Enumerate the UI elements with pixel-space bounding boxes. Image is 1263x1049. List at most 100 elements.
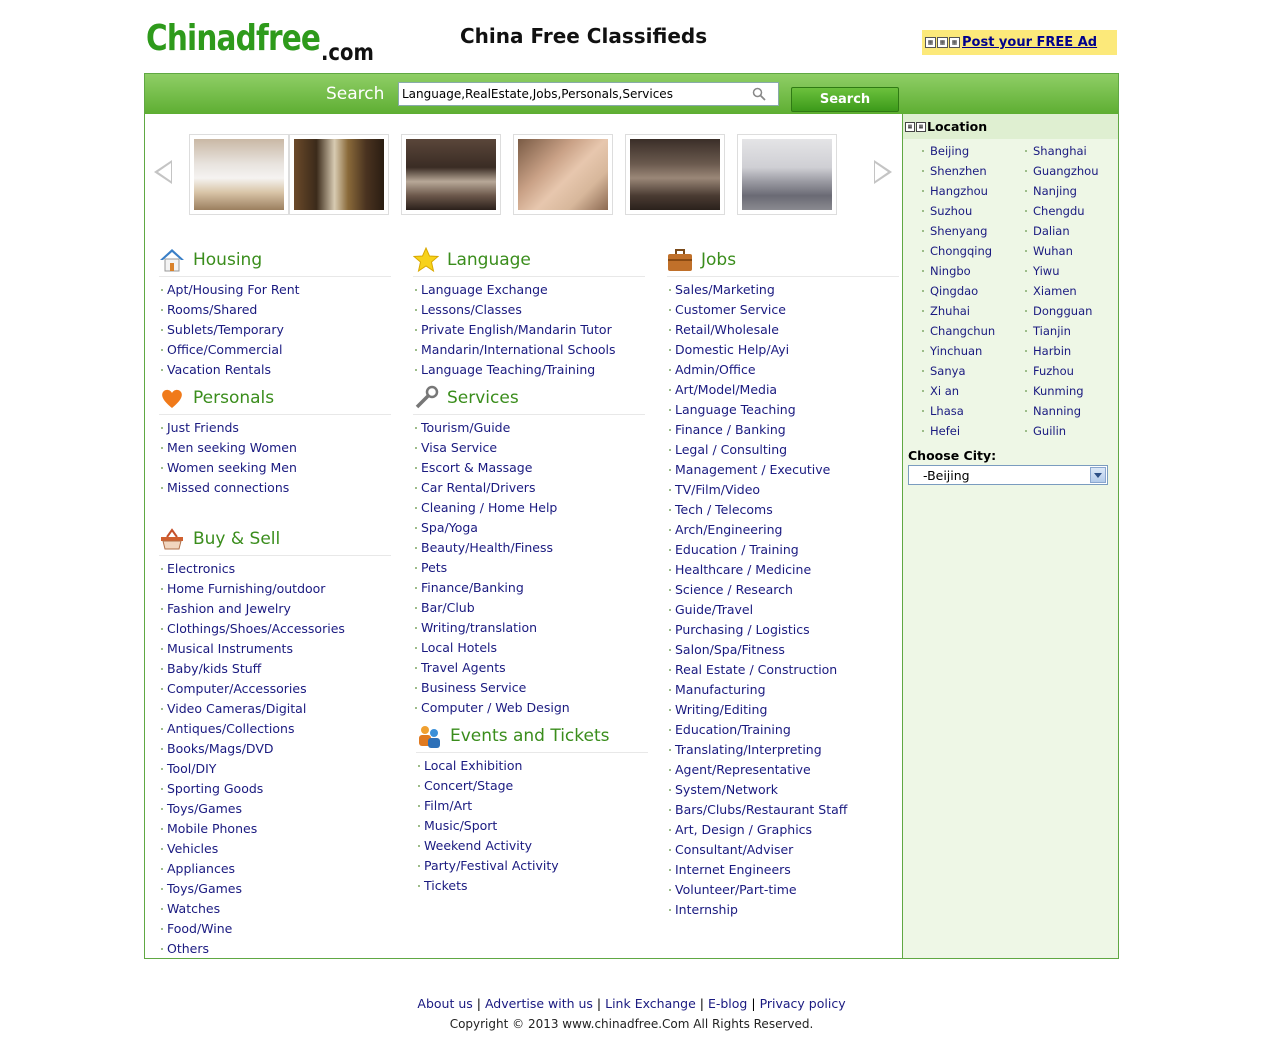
city-link[interactable]: Sanya xyxy=(921,361,966,381)
list-item[interactable]: Internet Engineers xyxy=(675,862,791,877)
list-item[interactable]: Video Cameras/Digital xyxy=(167,701,306,716)
city-link[interactable]: Guilin xyxy=(1024,421,1066,441)
list-item[interactable]: Antiques/Collections xyxy=(167,721,294,736)
list-item[interactable]: Mobile Phones xyxy=(167,821,257,836)
list-item[interactable]: Real Estate / Construction xyxy=(675,662,837,677)
list-item[interactable]: Office/Commercial xyxy=(167,342,282,357)
list-item[interactable]: Clothings/Shoes/Accessories xyxy=(167,621,345,636)
carousel-thumbnail[interactable] xyxy=(189,134,289,215)
carousel-thumbnail[interactable] xyxy=(737,134,837,215)
list-item[interactable]: Missed connections xyxy=(167,480,289,495)
list-item[interactable]: Visa Service xyxy=(421,440,497,455)
list-item[interactable]: Others xyxy=(167,941,209,956)
carousel-thumbnail[interactable] xyxy=(625,134,725,215)
city-link[interactable]: Shenyang xyxy=(921,221,987,241)
list-item[interactable]: Art, Design / Graphics xyxy=(675,822,812,837)
list-item[interactable]: Guide/Travel xyxy=(675,602,753,617)
list-item[interactable]: Writing/Editing xyxy=(675,702,767,717)
search-input[interactable] xyxy=(398,82,779,106)
footer-link-about[interactable]: About us xyxy=(417,996,472,1011)
list-item[interactable]: Weekend Activity xyxy=(424,838,532,853)
city-link[interactable]: Chongqing xyxy=(921,241,992,261)
list-item[interactable]: Translating/Interpreting xyxy=(675,742,822,757)
list-item[interactable]: Apt/Housing For Rent xyxy=(167,282,300,297)
footer-link-advertise[interactable]: Advertise with us xyxy=(485,996,593,1011)
list-item[interactable]: Retail/Wholesale xyxy=(675,322,779,337)
list-item[interactable]: Management / Executive xyxy=(675,462,830,477)
carousel-next-arrow-icon[interactable] xyxy=(874,160,892,184)
list-item[interactable]: Sublets/Temporary xyxy=(167,322,284,337)
list-item[interactable]: Salon/Spa/Fitness xyxy=(675,642,785,657)
list-item[interactable]: Legal / Consulting xyxy=(675,442,787,457)
list-item[interactable]: Admin/Office xyxy=(675,362,756,377)
list-item[interactable]: Beauty/Health/Finess xyxy=(421,540,553,555)
list-item[interactable]: Science / Research xyxy=(675,582,793,597)
chevron-down-icon[interactable] xyxy=(1090,467,1106,483)
city-link[interactable]: Tianjin xyxy=(1024,321,1071,341)
footer-link-exchange[interactable]: Link Exchange xyxy=(605,996,696,1011)
list-item[interactable]: Musical Instruments xyxy=(167,641,293,656)
list-item[interactable]: Bar/Club xyxy=(421,600,475,615)
list-item[interactable]: Toys/Games xyxy=(167,801,242,816)
carousel-prev-arrow-icon[interactable] xyxy=(154,160,172,184)
list-item[interactable]: Watches xyxy=(167,901,220,916)
list-item[interactable]: Pets xyxy=(421,560,447,575)
city-link[interactable]: Ningbo xyxy=(921,261,971,281)
list-item[interactable]: Rooms/Shared xyxy=(167,302,257,317)
list-item[interactable]: Purchasing / Logistics xyxy=(675,622,810,637)
city-link[interactable]: Guangzhou xyxy=(1024,161,1099,181)
list-item[interactable]: Spa/Yoga xyxy=(421,520,478,535)
list-item[interactable]: Internship xyxy=(675,902,738,917)
list-item[interactable]: Mandarin/International Schools xyxy=(421,342,615,357)
city-link[interactable]: Kunming xyxy=(1024,381,1084,401)
list-item[interactable]: Just Friends xyxy=(167,420,239,435)
list-item[interactable]: Healthcare / Medicine xyxy=(675,562,811,577)
list-item[interactable]: Appliances xyxy=(167,861,235,876)
city-link[interactable]: Nanning xyxy=(1024,401,1081,421)
list-item[interactable]: Film/Art xyxy=(424,798,472,813)
list-item[interactable]: Domestic Help/Ayi xyxy=(675,342,789,357)
list-item[interactable]: Computer / Web Design xyxy=(421,700,570,715)
list-item[interactable]: Tool/DIY xyxy=(167,761,216,776)
list-item[interactable]: Vacation Rentals xyxy=(167,362,271,377)
carousel-thumbnail[interactable] xyxy=(401,134,501,215)
list-item[interactable]: Sales/Marketing xyxy=(675,282,775,297)
list-item[interactable]: Agent/Representative xyxy=(675,762,811,777)
list-item[interactable]: TV/Film/Video xyxy=(675,482,760,497)
city-link[interactable]: Shenzhen xyxy=(921,161,987,181)
list-item[interactable]: Tickets xyxy=(424,878,468,893)
list-item[interactable]: Business Service xyxy=(421,680,526,695)
list-item[interactable]: Language Exchange xyxy=(421,282,548,297)
list-item[interactable]: System/Network xyxy=(675,782,778,797)
list-item[interactable]: Concert/Stage xyxy=(424,778,513,793)
list-item[interactable]: Toys/Games xyxy=(167,881,242,896)
city-link[interactable]: Xi an xyxy=(921,381,959,401)
city-link[interactable]: Xiamen xyxy=(1024,281,1077,301)
city-link[interactable]: Lhasa xyxy=(921,401,964,421)
list-item[interactable]: Bars/Clubs/Restaurant Staff xyxy=(675,802,847,817)
city-link[interactable]: Wuhan xyxy=(1024,241,1073,261)
list-item[interactable]: Finance/Banking xyxy=(421,580,524,595)
city-link[interactable]: Fuzhou xyxy=(1024,361,1074,381)
city-link[interactable]: Dalian xyxy=(1024,221,1070,241)
list-item[interactable]: Language Teaching/Training xyxy=(421,362,595,377)
list-item[interactable]: Writing/translation xyxy=(421,620,537,635)
list-item[interactable]: Electronics xyxy=(167,561,235,576)
search-icon[interactable] xyxy=(752,87,766,101)
list-item[interactable]: Party/Festival Activity xyxy=(424,858,559,873)
list-item[interactable]: Car Rental/Drivers xyxy=(421,480,535,495)
list-item[interactable]: Local Hotels xyxy=(421,640,497,655)
list-item[interactable]: Arch/Engineering xyxy=(675,522,782,537)
list-item[interactable]: Baby/kids Stuff xyxy=(167,661,261,676)
list-item[interactable]: Customer Service xyxy=(675,302,786,317)
city-link[interactable]: Suzhou xyxy=(921,201,972,221)
list-item[interactable]: Tech / Telecoms xyxy=(675,502,773,517)
city-link[interactable]: Yinchuan xyxy=(921,341,982,361)
city-link[interactable]: Shanghai xyxy=(1024,141,1087,161)
list-item[interactable]: Vehicles xyxy=(167,841,218,856)
city-link[interactable]: Qingdao xyxy=(921,281,978,301)
site-logo[interactable]: Chinadfree .com xyxy=(146,18,386,70)
list-item[interactable]: Travel Agents xyxy=(421,660,506,675)
list-item[interactable]: Music/Sport xyxy=(424,818,497,833)
city-link[interactable]: Yiwu xyxy=(1024,261,1060,281)
